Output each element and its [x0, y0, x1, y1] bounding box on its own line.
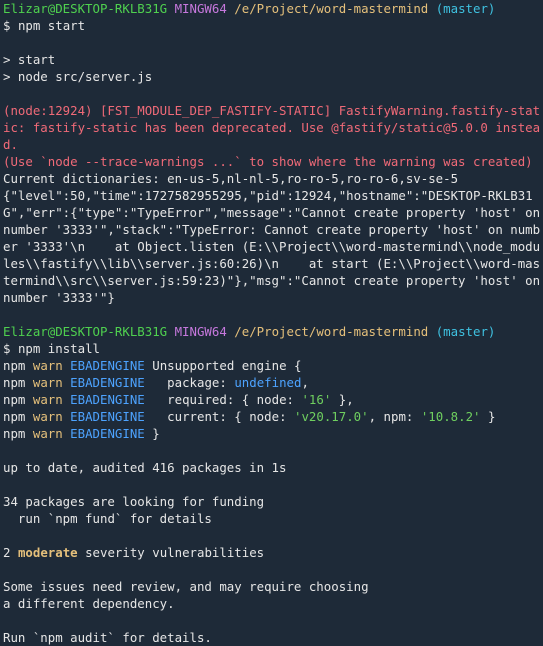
warn-label: warn	[32, 409, 63, 424]
output-line: > start	[3, 52, 56, 67]
warn-text: ,	[301, 375, 309, 390]
prompt-user: Elizar@DESKTOP-RKLB31G	[3, 1, 168, 16]
vuln-count: 2	[3, 545, 11, 560]
warn-code: EBADENGINE	[70, 426, 145, 441]
deprecation-warning: (node:12924) [FST_MODULE_DEP_FASTIFY-STA…	[3, 103, 541, 152]
warn-code: EBADENGINE	[70, 358, 145, 373]
prompt-shell: MINGW64	[174, 1, 227, 16]
warn-code: EBADENGINE	[70, 392, 145, 407]
warn-text: Unsupported engine {	[152, 358, 302, 373]
npm-warn-line: npm warn EBADENGINE package: undefined,	[3, 374, 543, 391]
warn-value: '16'	[301, 392, 332, 407]
prompt-dollar: $	[3, 18, 11, 33]
vuln-severity: moderate	[17, 545, 78, 560]
command-line-1: $ npm start	[3, 17, 543, 34]
warn-text: package:	[152, 375, 235, 390]
npm-label: npm	[3, 426, 26, 441]
output-line: > node src/server.js	[3, 69, 153, 84]
command-text: npm install	[17, 341, 100, 356]
npm-label: npm	[3, 392, 26, 407]
warn-text: , npm:	[368, 409, 421, 424]
funding-line: 34 packages are looking for funding	[3, 494, 265, 509]
warn-label: warn	[32, 426, 63, 441]
warn-label: warn	[32, 358, 63, 373]
audit-hint: Run `npm audit` for details.	[3, 630, 212, 645]
prompt-branch: (master)	[435, 324, 496, 339]
warn-text: current: { node:	[152, 409, 294, 424]
prompt-line-1: Elizar@DESKTOP-RKLB31G MINGW64 /e/Projec…	[3, 0, 543, 17]
issues-line: Some issues need review, and may require…	[3, 579, 369, 594]
vuln-text: severity vulnerabilities	[85, 545, 265, 560]
command-line-2: $ npm install	[3, 340, 543, 357]
dictionaries-line: Current dictionaries: en-us-5,nl-nl-5,ro…	[3, 171, 459, 186]
warn-value: 'v20.17.0'	[294, 409, 369, 424]
warn-code: EBADENGINE	[70, 409, 145, 424]
command-text: npm start	[17, 18, 86, 33]
prompt-shell: MINGW64	[174, 324, 227, 339]
issues-line: a different dependency.	[3, 596, 175, 611]
npm-warn-line: npm warn EBADENGINE Unsupported engine {	[3, 357, 543, 374]
funding-hint: run `npm fund` for details	[3, 511, 212, 526]
npm-label: npm	[3, 375, 26, 390]
terminal-window[interactable]: Elizar@DESKTOP-RKLB31G MINGW64 /e/Projec…	[0, 0, 543, 645]
prompt-path: /e/Project/word-mastermind	[234, 324, 429, 339]
warn-value: '10.8.2'	[420, 409, 481, 424]
npm-label: npm	[3, 409, 26, 424]
trace-warning-hint: (Use `node --trace-warnings ...` to show…	[3, 154, 533, 169]
prompt-dollar: $	[3, 341, 11, 356]
warn-text: }	[480, 409, 496, 424]
npm-warn-line: npm warn EBADENGINE current: { node: 'v2…	[3, 408, 543, 425]
prompt-line-2: Elizar@DESKTOP-RKLB31G MINGW64 /e/Projec…	[3, 323, 543, 340]
npm-warn-line: npm warn EBADENGINE required: { node: '1…	[3, 391, 543, 408]
warn-code: EBADENGINE	[70, 375, 145, 390]
warn-label: warn	[32, 375, 63, 390]
audit-summary: up to date, audited 416 packages in 1s	[3, 460, 287, 475]
warn-text: }	[152, 426, 160, 441]
prompt-user: Elizar@DESKTOP-RKLB31G	[3, 324, 168, 339]
warn-text: required: { node:	[152, 392, 302, 407]
prompt-branch: (master)	[435, 1, 496, 16]
warn-value: undefined	[234, 375, 302, 390]
npm-label: npm	[3, 358, 26, 373]
prompt-path: /e/Project/word-mastermind	[234, 1, 429, 16]
warn-label: warn	[32, 392, 63, 407]
vulnerability-line: 2 moderate severity vulnerabilities	[3, 544, 543, 561]
npm-warn-line: npm warn EBADENGINE }	[3, 425, 543, 442]
error-json-log: {"level":50,"time":1727582955295,"pid":1…	[3, 188, 541, 305]
warn-text: },	[331, 392, 354, 407]
